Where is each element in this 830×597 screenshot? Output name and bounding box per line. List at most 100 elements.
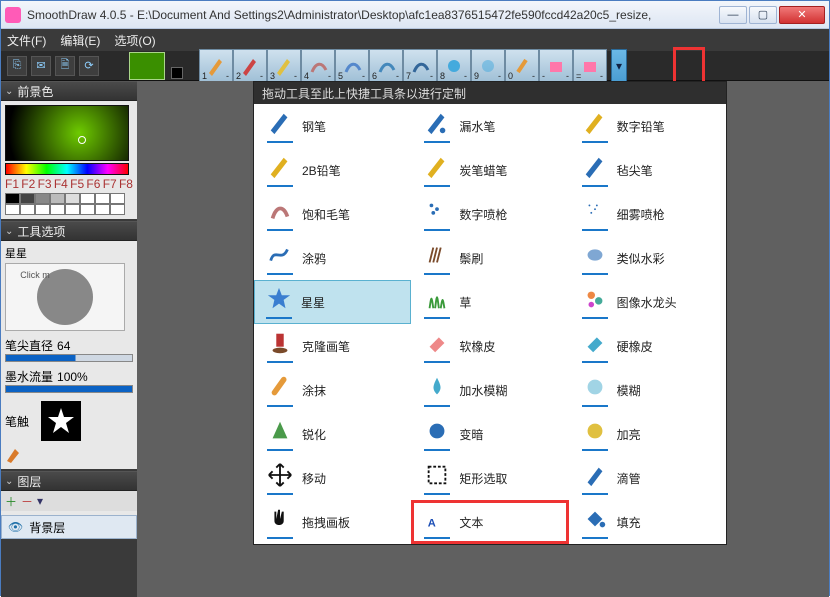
brush-slot-=[interactable]: =- [573, 49, 607, 83]
tool-grass[interactable]: 草 [411, 280, 568, 324]
pencil-2b-icon [267, 154, 293, 180]
stroke-thumbnail[interactable] [41, 401, 81, 441]
app-icon [5, 7, 21, 23]
brush-slot-3[interactable]: 3- [267, 49, 301, 83]
brush-slot-2[interactable]: 2- [233, 49, 267, 83]
brush-slot-5[interactable]: 5- [335, 49, 369, 83]
canvas[interactable]: 拖动工具至此上快捷工具条以进行定制 钢笔漏水笔数字铅笔2B铅笔炭笔蜡笔毡尖笔饱和… [137, 81, 829, 597]
eye-icon[interactable]: 👁 [8, 520, 23, 534]
brush-slot-7[interactable]: 7- [403, 49, 437, 83]
swatch[interactable] [50, 204, 65, 215]
tool-leaky-pen[interactable]: 漏水笔 [411, 104, 568, 148]
tool-digital-spray[interactable]: 数字喷枪 [411, 192, 568, 236]
tool-pencil-2b[interactable]: 2B铅笔 [254, 148, 411, 192]
tool-sat-brush[interactable]: 饱和毛笔 [254, 192, 411, 236]
swatch[interactable] [80, 193, 95, 204]
minimize-button[interactable]: — [719, 6, 747, 24]
tool-darken[interactable]: 变暗 [411, 412, 568, 456]
soft-eraser-icon [424, 330, 450, 356]
brush-icon [444, 56, 464, 76]
tool-rect-select[interactable]: 矩形选取 [411, 456, 568, 500]
tool-hand[interactable]: 拖拽画板 [254, 500, 411, 544]
tool-hard-eraser[interactable]: 硬橡皮 [569, 324, 726, 368]
delete-layer-icon[interactable]: － [21, 493, 33, 510]
swatch-grid [5, 193, 133, 215]
swatch[interactable] [20, 204, 35, 215]
swatch[interactable] [50, 193, 65, 204]
panel-tool-options-body: 星星 Click m 笔尖直径 64 墨水流量 100% 笔触 [1, 241, 137, 469]
brush-slot-0[interactable]: 0- [505, 49, 539, 83]
tool-scrawl[interactable]: 涂鸦 [254, 236, 411, 280]
swatch[interactable] [110, 204, 125, 215]
brush-slot-6[interactable]: 6- [369, 49, 403, 83]
add-layer-icon[interactable]: ＋ [5, 493, 17, 510]
color-field[interactable] [5, 105, 129, 161]
hue-slider[interactable] [5, 163, 129, 175]
tool-digital-pencil[interactable]: 数字铅笔 [569, 104, 726, 148]
tool-label: 填充 [617, 514, 641, 531]
tool-sharpen[interactable]: 锐化 [254, 412, 411, 456]
tool-water-blur[interactable]: 加水模糊 [411, 368, 568, 412]
foreground-swatch[interactable] [129, 52, 165, 80]
background-swatch[interactable] [171, 67, 183, 79]
tool-text[interactable]: A文本 [411, 500, 568, 544]
ink-flow-slider[interactable] [5, 385, 133, 393]
tool-blur[interactable]: 模糊 [569, 368, 726, 412]
tool-pen[interactable]: 钢笔 [254, 104, 411, 148]
quick-btn-2[interactable]: ✉ [31, 56, 51, 76]
brush-slot-9[interactable]: 9- [471, 49, 505, 83]
tool-move[interactable]: 移动 [254, 456, 411, 500]
tool-bucket[interactable]: 填充 [569, 500, 726, 544]
menu-options[interactable]: 选项(O) [114, 32, 155, 49]
swatch[interactable] [20, 193, 35, 204]
move-icon [267, 462, 293, 488]
swatch[interactable] [110, 193, 125, 204]
tip-diameter-slider[interactable] [5, 354, 133, 362]
tip-diameter-value: 64 [57, 339, 70, 353]
brush-slot-8[interactable]: 8- [437, 49, 471, 83]
tool-watercolor[interactable]: 类似水彩 [569, 236, 726, 280]
swatch[interactable] [80, 204, 95, 215]
swatch[interactable] [95, 193, 110, 204]
brush-slot-4[interactable]: 4- [301, 49, 335, 83]
tool-lighten[interactable]: 加亮 [569, 412, 726, 456]
tool-clone-stamp[interactable]: 克隆画笔 [254, 324, 411, 368]
swatch[interactable] [95, 204, 110, 215]
brush-slot--[interactable]: -- [539, 49, 573, 83]
quick-btn-3[interactable]: 🗎 [55, 56, 75, 76]
tool-bristle[interactable]: 鬃刷 [411, 236, 568, 280]
tool-charcoal[interactable]: 炭笔蜡笔 [411, 148, 568, 192]
panel-tool-options-head[interactable]: ⌄ 工具选项 [1, 221, 137, 241]
quick-btn-1[interactable]: ⎘ [7, 56, 27, 76]
panel-foreground-head[interactable]: ⌄ 前景色 [1, 81, 137, 101]
close-button[interactable]: ✕ [779, 6, 825, 24]
watercolor-icon [582, 242, 608, 268]
layer-down-icon[interactable]: ▾ [37, 494, 43, 508]
panel-layers-head[interactable]: ⌄ 图层 [1, 471, 137, 491]
tool-image-faucet[interactable]: 图像水龙头 [569, 280, 726, 324]
maximize-button[interactable]: ▢ [749, 6, 777, 24]
swatch[interactable] [65, 193, 80, 204]
menu-file[interactable]: 文件(F) [7, 32, 46, 49]
swatch[interactable] [35, 193, 50, 204]
swatch[interactable] [5, 204, 20, 215]
f-key-labels: F1F2F3F4F5F6F7F8 [5, 177, 133, 191]
tool-soft-eraser[interactable]: 软橡皮 [411, 324, 568, 368]
tool-star[interactable]: 星星 [254, 280, 411, 324]
layer-row-background[interactable]: 👁 背景层 [1, 515, 137, 539]
brush-slot-1[interactable]: 1- [199, 49, 233, 83]
menu-edit[interactable]: 编辑(E) [60, 32, 100, 49]
tool-label: 锐化 [302, 426, 326, 443]
tool-felt[interactable]: 毡尖笔 [569, 148, 726, 192]
tool-eyedropper[interactable]: 滴管 [569, 456, 726, 500]
shape-preview[interactable]: Click m [5, 263, 125, 331]
swatch[interactable] [5, 193, 20, 204]
quick-btn-4[interactable]: ⟳ [79, 56, 99, 76]
tool-fine-spray[interactable]: 细雾喷枪 [569, 192, 726, 236]
tool-label: 星星 [301, 294, 325, 311]
swatch[interactable] [35, 204, 50, 215]
swatch[interactable] [65, 204, 80, 215]
panel-layers-body: ＋ － ▾ 👁 背景层 [1, 491, 137, 539]
brush-dropdown-button[interactable]: ▾ [611, 49, 627, 83]
tool-smudge[interactable]: 涂抹 [254, 368, 411, 412]
